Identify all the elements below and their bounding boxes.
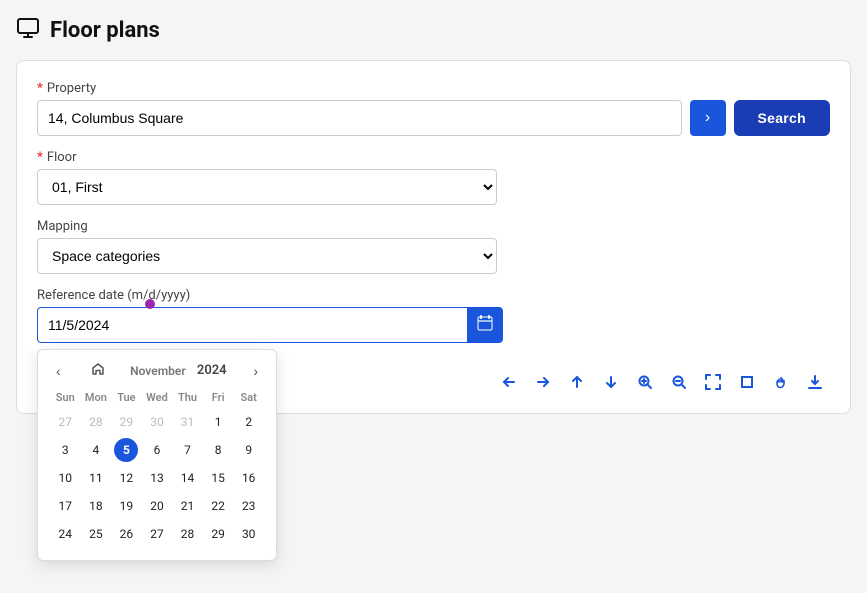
- property-input-row: › Search: [37, 100, 830, 136]
- calendar-day-cell[interactable]: 22: [203, 492, 234, 520]
- arrow-down-icon[interactable]: [596, 367, 626, 397]
- arrow-left-icon[interactable]: [494, 367, 524, 397]
- calendar-day-cell[interactable]: 28: [172, 520, 203, 548]
- crop-icon[interactable]: [732, 367, 762, 397]
- calendar-day-cell[interactable]: 24: [50, 520, 81, 548]
- calendar-day-cell[interactable]: 17: [50, 492, 81, 520]
- calendar-home-button[interactable]: [87, 360, 109, 381]
- calendar-popup: ‹ November 2024 ›: [37, 349, 277, 561]
- calendar-next-button[interactable]: ›: [247, 361, 264, 381]
- calendar-day-cell[interactable]: 14: [172, 464, 203, 492]
- col-thu: Thu: [172, 389, 203, 408]
- col-fri: Fri: [203, 389, 234, 408]
- fullscreen-icon[interactable]: [698, 367, 728, 397]
- hand-icon[interactable]: [766, 367, 796, 397]
- calendar-grid: Sun Mon Tue Wed Thu Fri Sat 272829303112…: [50, 389, 264, 548]
- calendar-day-cell[interactable]: 26: [111, 520, 142, 548]
- property-arrow-button[interactable]: ›: [690, 100, 726, 136]
- calendar-day-cell[interactable]: 19: [111, 492, 142, 520]
- calendar-day-cell[interactable]: 21: [172, 492, 203, 520]
- calendar-day-cell[interactable]: 4: [81, 436, 112, 464]
- floor-select[interactable]: 01, First: [37, 169, 497, 205]
- calendar-day-cell[interactable]: 29: [111, 408, 142, 436]
- col-tue: Tue: [111, 389, 142, 408]
- ref-date-input[interactable]: [37, 307, 467, 343]
- calendar-day-cell[interactable]: 20: [142, 492, 173, 520]
- calendar-day-cell[interactable]: 29: [203, 520, 234, 548]
- calendar-prev-button[interactable]: ‹: [50, 361, 67, 381]
- mapping-row: Mapping Space categories: [37, 219, 830, 274]
- calendar-day-cell[interactable]: 12: [111, 464, 142, 492]
- calendar-day-cell[interactable]: 15: [203, 464, 234, 492]
- download-icon[interactable]: [800, 367, 830, 397]
- required-indicator: *: [37, 81, 43, 96]
- zoom-in-icon[interactable]: [630, 367, 660, 397]
- calendar-day-cell[interactable]: 27: [142, 520, 173, 548]
- calendar-day-cell[interactable]: 2: [233, 408, 264, 436]
- ref-date-input-row: [37, 307, 503, 343]
- ref-date-row: Reference date (m/d/yyyy): [37, 288, 830, 343]
- floor-label: * Floor: [37, 150, 830, 165]
- col-sat: Sat: [233, 389, 264, 408]
- search-button[interactable]: Search: [734, 100, 831, 136]
- calendar-day-cell[interactable]: 30: [142, 408, 173, 436]
- calendar-day-cell[interactable]: 3: [50, 436, 81, 464]
- calendar-week-row: 272829303112: [50, 408, 264, 436]
- arrow-up-icon[interactable]: [562, 367, 592, 397]
- calendar-week-row: 24252627282930: [50, 520, 264, 548]
- property-label: * Property: [37, 81, 830, 96]
- calendar-day-cell[interactable]: 9: [233, 436, 264, 464]
- calendar-day-cell[interactable]: 8: [203, 436, 234, 464]
- calendar-icon: [477, 315, 493, 336]
- calendar-week-row: 10111213141516: [50, 464, 264, 492]
- zoom-out-icon[interactable]: [664, 367, 694, 397]
- calendar-title: November 2024: [130, 363, 227, 378]
- calendar-day-cell[interactable]: 1: [203, 408, 234, 436]
- required-indicator-floor: *: [37, 150, 43, 165]
- calendar-day-cell[interactable]: 27: [50, 408, 81, 436]
- calendar-day-cell[interactable]: 16: [233, 464, 264, 492]
- calendar-week-row: 17181920212223: [50, 492, 264, 520]
- calendar-day-cell[interactable]: 7: [172, 436, 203, 464]
- calendar-header-row: Sun Mon Tue Wed Thu Fri Sat: [50, 389, 264, 408]
- ref-date-label: Reference date (m/d/yyyy): [37, 288, 830, 303]
- property-input[interactable]: [37, 100, 682, 136]
- mapping-label: Mapping: [37, 219, 830, 234]
- calendar-day-cell[interactable]: 25: [81, 520, 112, 548]
- calendar-day-cell[interactable]: 31: [172, 408, 203, 436]
- calendar-day-cell[interactable]: 28: [81, 408, 112, 436]
- calendar-day-cell[interactable]: 23: [233, 492, 264, 520]
- col-wed: Wed: [142, 389, 173, 408]
- calendar-day-cell[interactable]: 13: [142, 464, 173, 492]
- calendar-toggle-button[interactable]: [467, 307, 503, 343]
- floor-row: * Floor 01, First: [37, 150, 830, 205]
- calendar-week-row: 3456789: [50, 436, 264, 464]
- col-sun: Sun: [50, 389, 81, 408]
- chevron-right-icon: ›: [705, 109, 710, 127]
- mapping-select[interactable]: Space categories: [37, 238, 497, 274]
- property-row: * Property › Search: [37, 81, 830, 136]
- calendar-day-cell[interactable]: 5: [111, 436, 142, 464]
- main-card: * Property › Search * Floor 01, First Ma…: [16, 60, 851, 414]
- calendar-day-cell[interactable]: 10: [50, 464, 81, 492]
- page-title: Floor plans: [50, 18, 160, 43]
- calendar-body: 2728293031123456789101112131415161718192…: [50, 408, 264, 548]
- calendar-day-cell[interactable]: 30: [233, 520, 264, 548]
- col-mon: Mon: [81, 389, 112, 408]
- calendar-nav: ‹ November 2024 ›: [50, 360, 264, 381]
- page-header: Floor plans: [16, 16, 851, 44]
- monitor-icon: [16, 16, 40, 44]
- date-indicator-dot: [145, 299, 155, 309]
- calendar-day-cell[interactable]: 6: [142, 436, 173, 464]
- calendar-day-cell[interactable]: 11: [81, 464, 112, 492]
- arrow-right-icon[interactable]: [528, 367, 558, 397]
- calendar-day-cell[interactable]: 18: [81, 492, 112, 520]
